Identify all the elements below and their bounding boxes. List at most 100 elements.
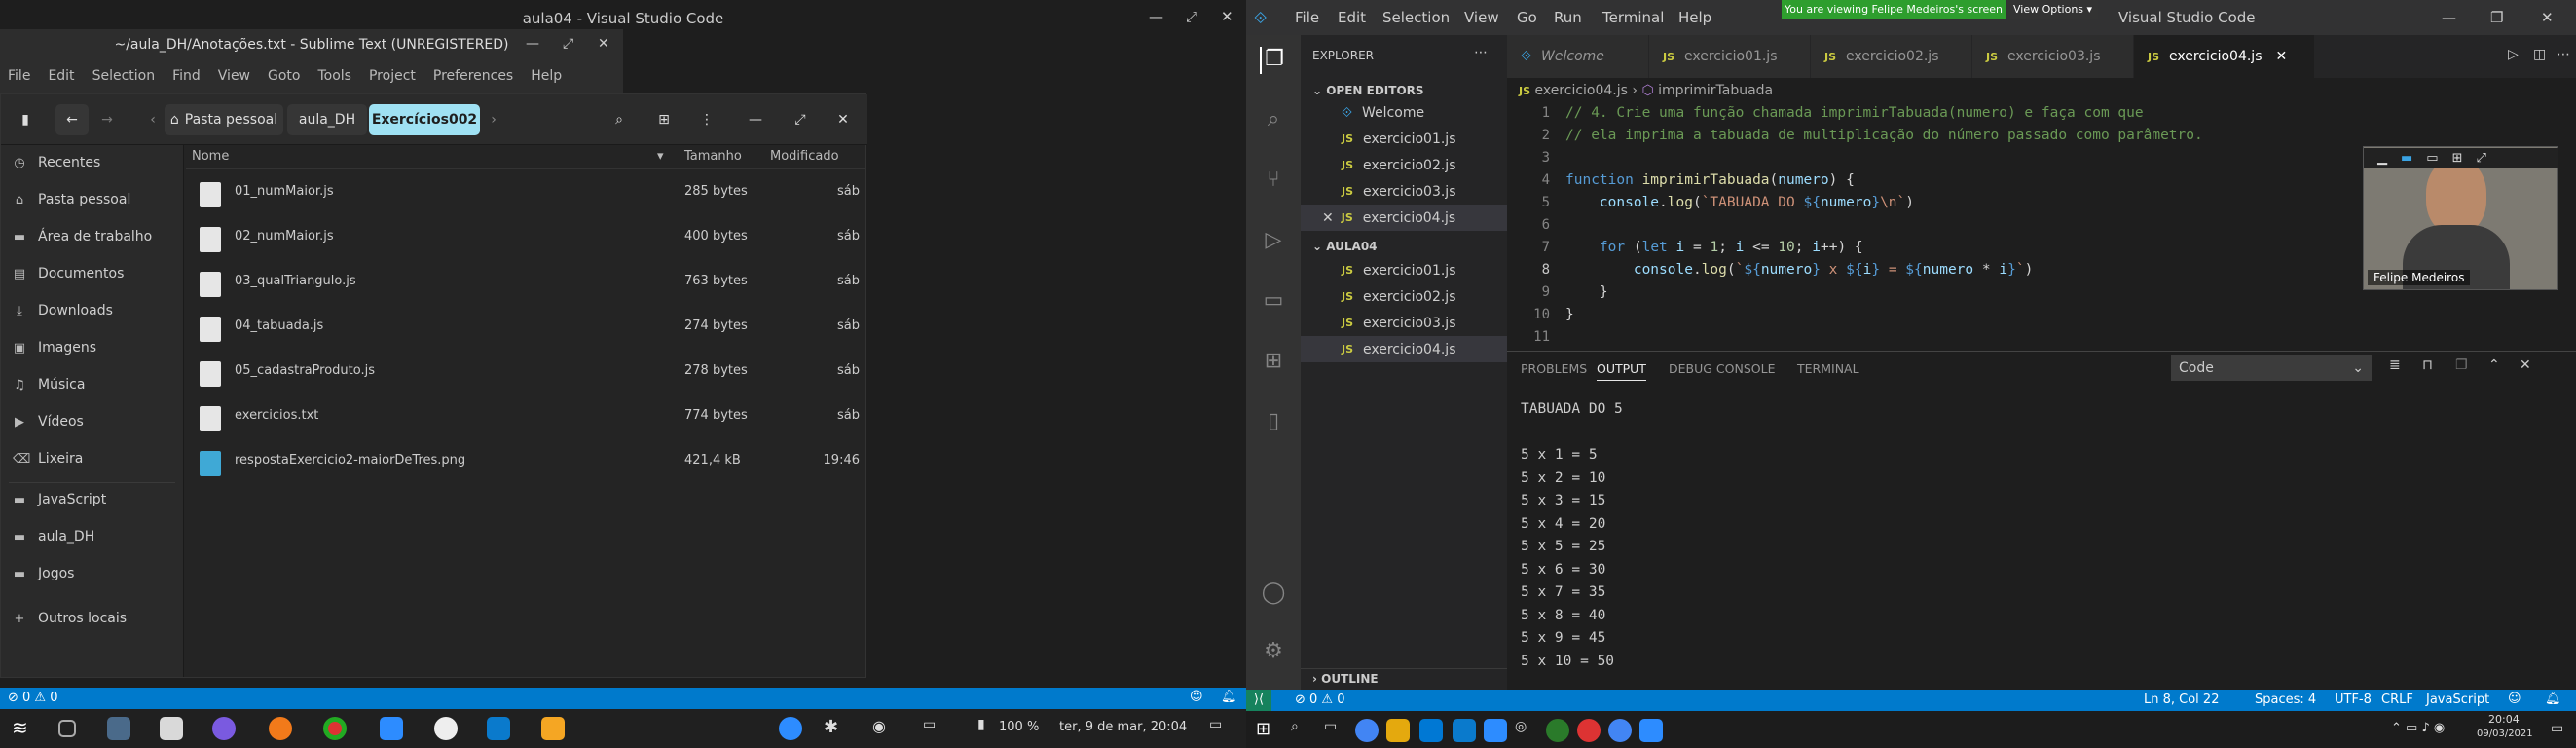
folder-file-item[interactable]: JS exercicio03.js	[1301, 310, 1507, 336]
file-row[interactable]: 05_cadastraProduto.js 278 bytes sáb	[186, 350, 865, 394]
back-icon[interactable]: ←	[55, 104, 89, 135]
menu-goto[interactable]: Goto	[268, 68, 300, 84]
menu-view[interactable]: View	[1464, 9, 1499, 26]
close-icon[interactable]: ✕	[2520, 357, 2531, 373]
output-channel-select[interactable]: Code ⌄	[2171, 355, 2372, 381]
menu-file[interactable]: File	[8, 68, 30, 84]
split-editor-icon[interactable]: ◫	[2533, 47, 2546, 62]
chrome-icon[interactable]	[323, 717, 347, 740]
cursor-position[interactable]: Ln 8, Col 22	[2144, 692, 2219, 707]
menu-file[interactable]: File	[1295, 9, 1319, 26]
menu-edit[interactable]: Edit	[1338, 9, 1366, 26]
file-row[interactable]: 02_numMaior.js 400 bytes sáb	[186, 215, 865, 260]
breadcrumb-symbol[interactable]: imprimirTabuada	[1658, 83, 1773, 98]
menu-view[interactable]: View	[218, 68, 250, 84]
slack-tray-icon[interactable]: ✱	[824, 717, 847, 740]
sidebar-item-images[interactable]: ▣ Imagens	[13, 340, 96, 355]
menu-project[interactable]: Project	[369, 68, 416, 84]
app-icon[interactable]	[1608, 719, 1632, 742]
maximize-icon[interactable]: ⤢	[1186, 8, 1197, 25]
chevron-right-icon[interactable]: ›	[484, 104, 503, 135]
sidebar-item-videos[interactable]: ▶ Vídeos	[13, 414, 84, 430]
encoding[interactable]: UTF-8	[2335, 692, 2372, 707]
sublime-icon[interactable]	[541, 717, 565, 740]
view-options-button[interactable]: View Options ▾	[2007, 0, 2099, 19]
tab-exercicio04[interactable]: JS exercicio04.js ✕	[2134, 35, 2315, 78]
sidebar-toggle-icon[interactable]: ▮	[9, 104, 42, 135]
zorin-menu-icon[interactable]: ≋	[12, 717, 35, 740]
zoom-icon[interactable]	[1484, 719, 1507, 742]
more-actions-icon[interactable]: ⋯	[2557, 47, 2570, 62]
sidebar-item-desktop[interactable]: ▬ Área de trabalho	[13, 229, 152, 244]
tray-icons[interactable]: ⌃ ▭ ♪ ◉	[2391, 721, 2445, 735]
sidebar-item-recentes[interactable]: ◷ Recentes	[13, 155, 100, 170]
app-icon[interactable]: ◎	[1515, 719, 1538, 742]
column-modified[interactable]: Modificado	[770, 145, 839, 168]
run-icon[interactable]: ▷	[2508, 47, 2519, 62]
notification-icon[interactable]: ▭	[2551, 721, 2563, 736]
chevron-left-icon[interactable]: ‹	[143, 104, 163, 135]
sidebar-item-music[interactable]: ♫ Música	[13, 377, 85, 393]
tab-problems[interactable]: PROBLEMS	[1521, 361, 1587, 376]
sidebar-item-javascript[interactable]: ▬ JavaScript	[13, 492, 106, 507]
open-editor-item-active[interactable]: ✕ JS exercicio04.js	[1301, 205, 1507, 231]
menu-terminal[interactable]: Terminal	[1602, 9, 1664, 26]
menu-tools[interactable]: Tools	[317, 68, 351, 84]
crumb-home[interactable]: ⌂ Pasta pessoal	[165, 104, 283, 135]
grid-view-icon[interactable]: ⊞	[647, 104, 681, 135]
sidebar-item-aula-dh[interactable]: ▬ aula_DH	[13, 529, 94, 544]
source-control-icon[interactable]: ⑂	[1260, 168, 1287, 195]
grid-view-icon[interactable]: ⊞	[2452, 151, 2463, 166]
store-icon[interactable]	[1419, 719, 1443, 742]
close-icon[interactable]: ✕	[2276, 49, 2288, 64]
vscode-icon[interactable]	[1453, 719, 1476, 742]
search-icon[interactable]: ⌕	[1291, 719, 1314, 742]
notification-icon[interactable]: ▭	[1209, 717, 1233, 740]
tray-icon[interactable]: ◉	[872, 717, 896, 740]
file-row[interactable]: 04_tabuada.js 274 bytes sáb	[186, 305, 865, 350]
windows-start-icon[interactable]: ⊞	[1256, 719, 1279, 742]
remote-icon[interactable]: ⟩⟨	[1246, 690, 1271, 711]
crumb-aula-dh[interactable]: aula_DH	[287, 104, 367, 135]
fullscreen-icon[interactable]: ⤢	[2477, 151, 2486, 166]
line-ending[interactable]: CRLF	[2381, 692, 2413, 707]
column-size[interactable]: Tamanho	[684, 145, 742, 168]
crumb-exercicios[interactable]: Exercícios002	[369, 104, 480, 135]
menu-go[interactable]: Go	[1517, 9, 1537, 26]
chrome-icon[interactable]	[1355, 719, 1379, 742]
folder-file-item[interactable]: JS exercicio01.js	[1301, 257, 1507, 283]
close-icon[interactable]: ✕	[828, 104, 858, 135]
breadcrumb-file[interactable]: exercicio04.js	[1534, 83, 1627, 98]
zoom-icon[interactable]	[380, 717, 403, 740]
extensions-icon[interactable]: ⊞	[1260, 349, 1287, 376]
clock-date[interactable]: 09/03/2021	[2477, 729, 2533, 739]
more-actions-icon[interactable]: ⋯	[1474, 45, 1488, 60]
lock-icon[interactable]: ⊓	[2422, 357, 2433, 373]
file-row[interactable]: exercicios.txt 774 bytes sáb	[186, 394, 865, 439]
open-editor-item[interactable]: ⟐ Welcome	[1301, 99, 1507, 126]
menu-help[interactable]: Help	[1678, 9, 1711, 26]
sidebar-item-jogos[interactable]: ▬ Jogos	[13, 566, 75, 581]
open-editor-item[interactable]: JS exercicio02.js	[1301, 152, 1507, 178]
close-icon[interactable]: ✕	[2541, 9, 2554, 26]
sidebar-item-downloads[interactable]: ⤓ Downloads	[13, 303, 113, 318]
app-icon[interactable]	[1577, 719, 1601, 742]
feedback-icon[interactable]: ☺	[1190, 690, 1203, 704]
file-row[interactable]: respostaExercicio2-maiorDeTres.png 421,4 …	[186, 439, 865, 484]
menu-help[interactable]: Help	[531, 68, 562, 84]
file-row[interactable]: 03_qualTriangulo.js 763 bytes sáb	[186, 260, 865, 305]
app-icon[interactable]	[1639, 719, 1663, 742]
tab-exercicio02[interactable]: JS exercicio02.js	[1811, 35, 1972, 78]
search-icon[interactable]: ⌕	[603, 104, 636, 135]
menu-icon[interactable]: ⋮	[690, 104, 723, 135]
restore-icon[interactable]: ❐	[2490, 9, 2503, 26]
files-icon[interactable]	[160, 717, 183, 740]
speaker-view-icon[interactable]: ▬	[2401, 151, 2412, 166]
problems-count[interactable]: ⊘ 0 ⚠ 0	[8, 691, 58, 705]
open-editors-header[interactable]: ⌄ OPEN EDITORS	[1312, 84, 1424, 97]
volume-icon[interactable]: ▮	[977, 717, 1001, 740]
maximize-icon[interactable]: ⤢	[786, 104, 815, 135]
open-editor-item[interactable]: JS exercicio03.js	[1301, 178, 1507, 205]
menu-find[interactable]: Find	[172, 68, 201, 84]
minimize-icon[interactable]: ▁	[2377, 151, 2387, 166]
